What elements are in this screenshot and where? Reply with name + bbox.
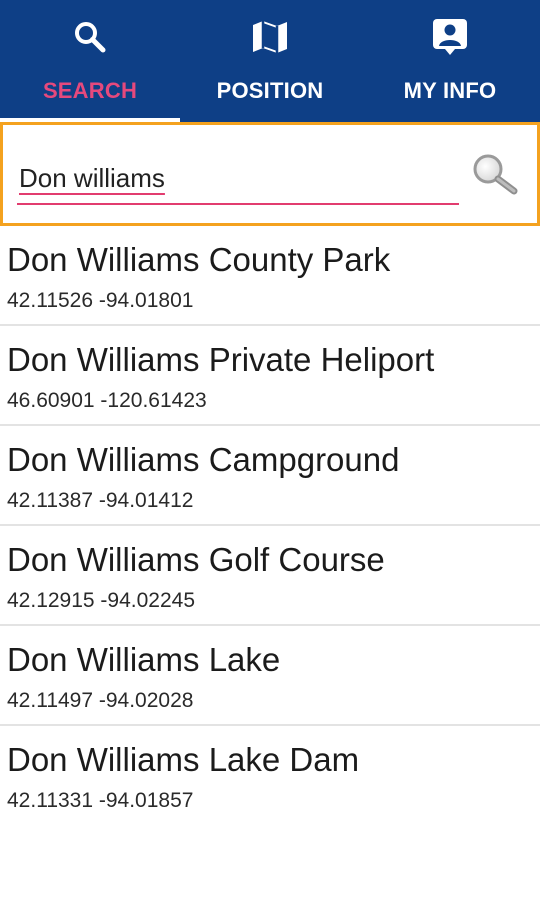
result-name: Don Williams Private Heliport: [7, 341, 435, 378]
tab-search-label: SEARCH: [42, 78, 138, 103]
account-box-icon: [430, 17, 470, 57]
search-icon: [70, 17, 110, 57]
result-name: Don Williams Lake Dam: [7, 741, 360, 778]
result-name: Don Williams Golf Course: [7, 541, 385, 578]
list-item[interactable]: Don Williams Lake 42.11497 -94.02028: [0, 626, 540, 726]
list-item[interactable]: Don Williams Campground 42.11387 -94.014…: [0, 426, 540, 526]
tab-my-info[interactable]: MY INFO: [360, 0, 540, 122]
search-input[interactable]: Don williams: [17, 155, 459, 205]
search-input-value: Don williams: [19, 163, 165, 193]
tab-position[interactable]: POSITION: [180, 0, 360, 122]
magnifier-icon: [470, 152, 520, 201]
search-box: Don williams: [0, 122, 540, 226]
map-icon: [250, 17, 290, 57]
result-coordinates: 42.11387 -94.01412: [7, 489, 194, 512]
result-coordinates: 42.11497 -94.02028: [7, 689, 194, 712]
result-coordinates: 42.12915 -94.02245: [7, 589, 196, 612]
list-item[interactable]: Don Williams County Park 42.11526 -94.01…: [0, 226, 540, 326]
tab-search[interactable]: SEARCH: [0, 0, 180, 122]
result-coordinates: 46.60901 -120.61423: [7, 389, 207, 412]
result-name: Don Williams County Park: [7, 241, 391, 278]
list-item[interactable]: Don Williams Lake Dam 42.11331 -94.01857: [0, 726, 540, 826]
list-item[interactable]: Don Williams Private Heliport 46.60901 -…: [0, 326, 540, 426]
result-name: Don Williams Campground: [7, 441, 400, 478]
tab-position-label: POSITION: [216, 78, 324, 103]
result-name: Don Williams Lake: [7, 641, 281, 678]
result-coordinates: 42.11331 -94.01857: [7, 789, 194, 812]
search-button[interactable]: [469, 153, 521, 199]
list-item[interactable]: Don Williams Golf Course 42.12915 -94.02…: [0, 526, 540, 626]
tab-my-info-label: MY INFO: [403, 78, 497, 103]
tab-bar: SEARCH POSITION MY INFO: [0, 0, 540, 122]
result-coordinates: 42.11526 -94.01801: [7, 289, 194, 312]
results-list: Don Williams County Park 42.11526 -94.01…: [0, 226, 540, 826]
app-screen: SEARCH POSITION MY INFO Don williams Don…: [0, 0, 540, 900]
